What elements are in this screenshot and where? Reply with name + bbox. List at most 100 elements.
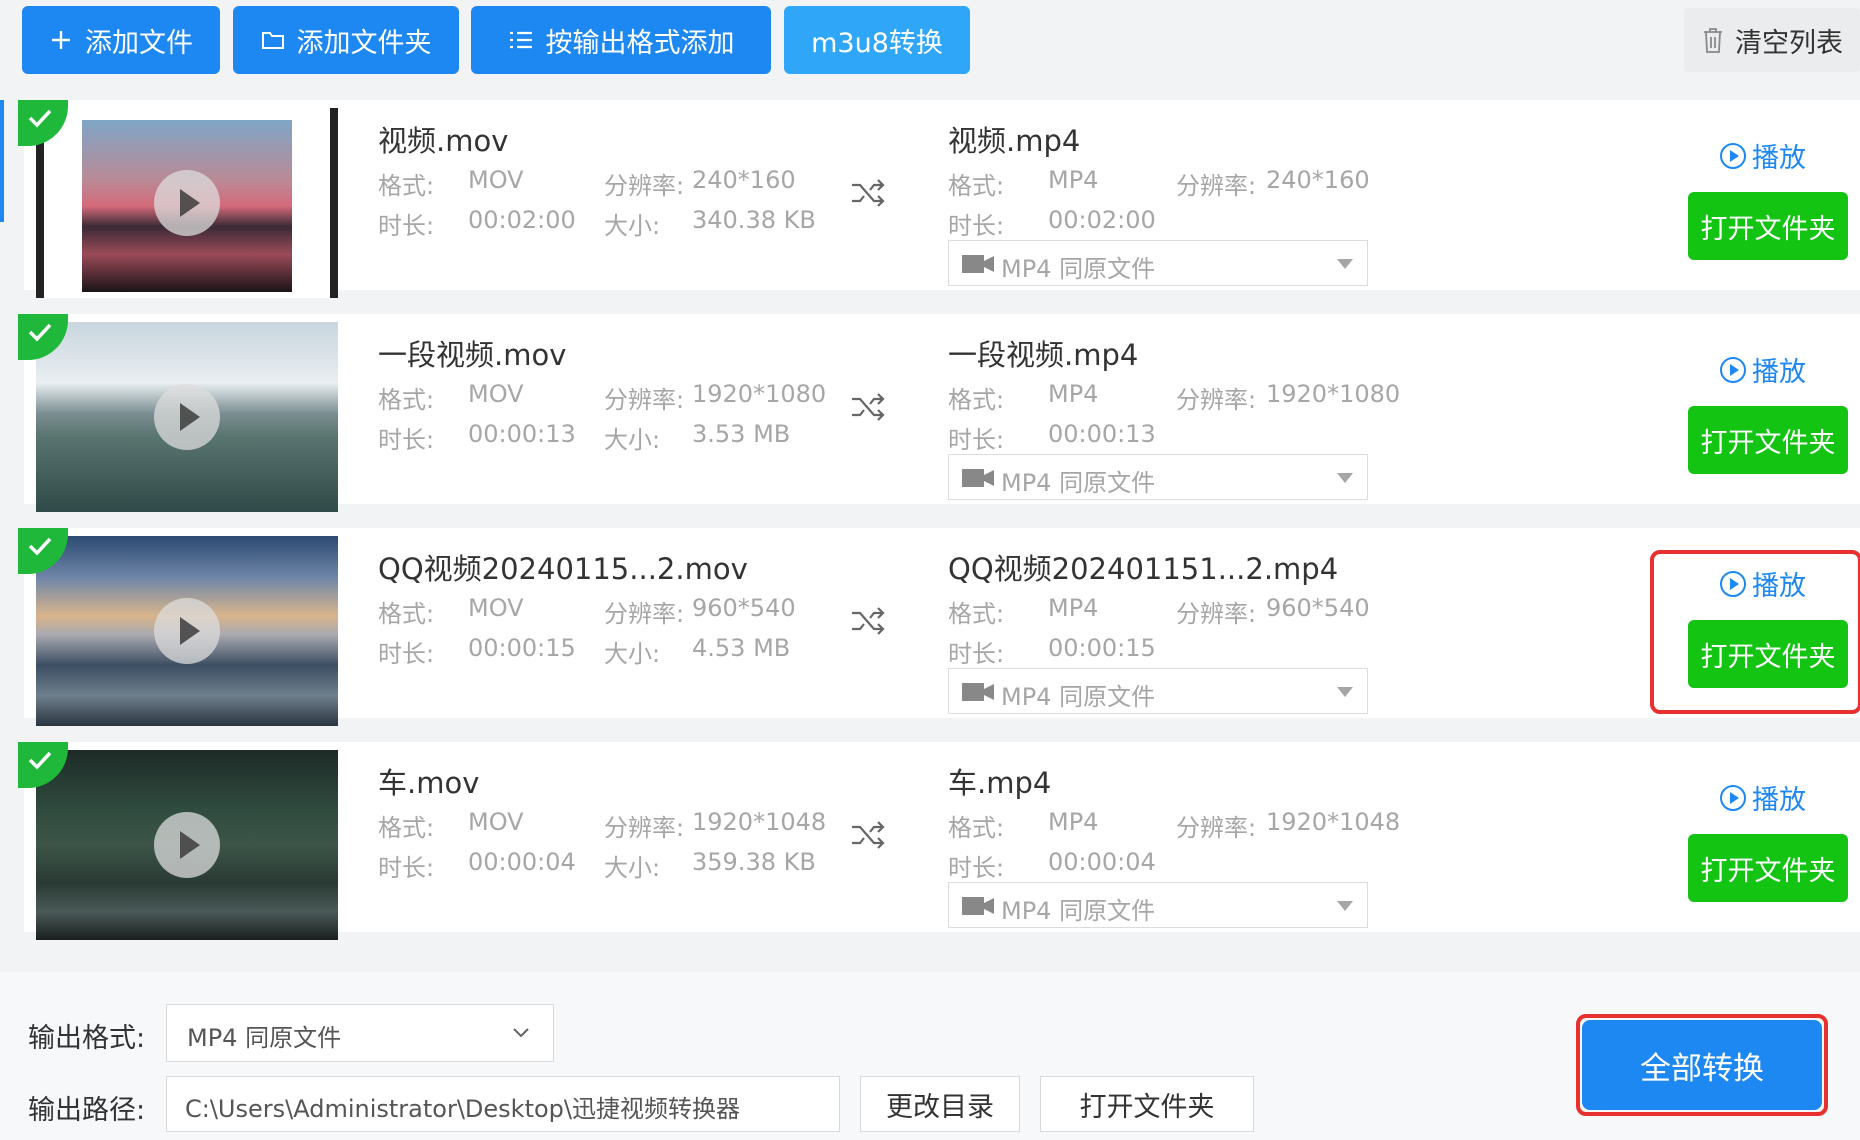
output-format-select[interactable]: MP4 同原文件: [948, 454, 1368, 500]
output-format-select[interactable]: MP4 同原文件: [948, 882, 1368, 928]
format-label: 格式:: [378, 600, 435, 628]
plus-icon: [52, 31, 70, 49]
chevron-down-icon: [513, 1028, 529, 1038]
output-resolution: 240*160: [1266, 166, 1370, 194]
source-duration: 00:02:00: [468, 206, 576, 234]
add-file-button[interactable]: 添加文件: [22, 6, 220, 74]
shuffle-icon: [852, 179, 885, 207]
output-format-value: MP4 同原文件: [187, 1024, 342, 1052]
play-circle-icon: [1720, 356, 1746, 383]
add-file-label: 添加文件: [85, 27, 193, 59]
trash-icon: [1704, 28, 1722, 53]
video-thumbnail[interactable]: [36, 750, 338, 940]
output-format-select[interactable]: MP4 同原文件: [948, 668, 1368, 714]
video-camera-icon: [962, 897, 994, 915]
dropdown-arrow-icon: [1337, 687, 1353, 697]
duration-label: 时长:: [948, 854, 1005, 882]
add-by-format-button[interactable]: 按输出格式添加: [471, 6, 771, 74]
format-label: 格式:: [948, 386, 1005, 414]
list-icon: [509, 31, 532, 49]
resolution-label: 分辨率:: [1176, 172, 1257, 200]
open-output-folder-button[interactable]: 打开文件夹: [1040, 1076, 1254, 1132]
open-folder-button[interactable]: 打开文件夹: [1688, 406, 1848, 474]
source-filename: 视频.mov: [378, 124, 509, 158]
output-preset: MP4 同原文件: [1001, 469, 1156, 497]
file-row[interactable]: QQ视频20240115...2.mov 格式: MOV 分辨率: 960*54…: [18, 528, 1860, 726]
size-label: 大小:: [604, 640, 661, 668]
output-resolution: 1920*1048: [1266, 808, 1401, 836]
play-overlay-icon[interactable]: [154, 598, 220, 664]
output-filename: 车.mp4: [948, 766, 1052, 800]
play-label: 播放: [1752, 785, 1806, 816]
open-folder-button[interactable]: 打开文件夹: [1688, 620, 1848, 688]
source-size: 3.53 MB: [692, 420, 791, 448]
output-format-dropdown[interactable]: MP4 同原文件: [166, 1004, 554, 1062]
open-folder-button[interactable]: 打开文件夹: [1688, 192, 1848, 260]
source-resolution: 1920*1080: [692, 380, 827, 408]
format-label: 格式:: [948, 172, 1005, 200]
add-folder-button[interactable]: 添加文件夹: [233, 6, 459, 74]
format-label: 格式:: [378, 172, 435, 200]
output-filename: 一段视频.mp4: [948, 338, 1139, 372]
output-duration: 00:00:13: [1048, 420, 1156, 448]
source-duration: 00:00:15: [468, 634, 576, 662]
toolbar: 添加文件 添加文件夹 按输出格式添加 m3u8转换 清空列表: [0, 0, 1860, 100]
source-format: MOV: [468, 166, 524, 194]
source-filename: 一段视频.mov: [378, 338, 567, 372]
change-directory-button[interactable]: 更改目录: [860, 1076, 1020, 1132]
source-duration: 00:00:13: [468, 420, 576, 448]
duration-label: 时长:: [378, 640, 435, 668]
file-list: 视频.mov 格式: MOV 分辨率: 240*160 时长: 00:02:00…: [8, 100, 1860, 960]
source-resolution: 960*540: [692, 594, 796, 622]
dropdown-arrow-icon: [1337, 473, 1353, 483]
resolution-label: 分辨率:: [604, 386, 685, 414]
open-folder-button[interactable]: 打开文件夹: [1688, 834, 1848, 902]
format-label: 格式:: [378, 386, 435, 414]
play-circle-icon: [1720, 784, 1746, 811]
output-path-field[interactable]: C:\Users\Administrator\Desktop\迅捷视频转换器: [166, 1076, 840, 1132]
resolution-label: 分辨率:: [604, 172, 685, 200]
duration-label: 时长:: [378, 854, 435, 882]
play-button[interactable]: 播放: [1720, 350, 1806, 389]
clear-list-label: 清空列表: [1735, 27, 1843, 59]
play-button[interactable]: 播放: [1720, 564, 1806, 603]
play-overlay-icon[interactable]: [154, 170, 220, 236]
size-label: 大小:: [604, 854, 661, 882]
video-thumbnail[interactable]: [36, 108, 338, 298]
source-filename: QQ视频20240115...2.mov: [378, 552, 748, 586]
source-filename: 车.mov: [378, 766, 480, 800]
play-overlay-icon[interactable]: [154, 384, 220, 450]
file-row[interactable]: 车.mov 格式: MOV 分辨率: 1920*1048 时长: 00:00:0…: [18, 742, 1860, 940]
source-resolution: 1920*1048: [692, 808, 827, 836]
output-format-select[interactable]: MP4 同原文件: [948, 240, 1368, 286]
source-size: 359.38 KB: [692, 848, 816, 876]
play-button[interactable]: 播放: [1720, 136, 1806, 175]
video-thumbnail[interactable]: [36, 322, 338, 512]
output-resolution: 1920*1080: [1266, 380, 1401, 408]
resolution-label: 分辨率:: [1176, 600, 1257, 628]
add-folder-label: 添加文件夹: [296, 27, 432, 59]
clear-list-button[interactable]: 清空列表: [1684, 8, 1860, 72]
play-circle-icon: [1720, 142, 1746, 169]
shuffle-icon: [852, 607, 885, 635]
file-row[interactable]: 一段视频.mov 格式: MOV 分辨率: 1920*1080 时长: 00:0…: [18, 314, 1860, 512]
m3u8-convert-button[interactable]: m3u8转换: [784, 6, 970, 74]
source-format: MOV: [468, 594, 524, 622]
duration-label: 时长:: [948, 426, 1005, 454]
output-resolution: 960*540: [1266, 594, 1370, 622]
convert-all-button[interactable]: 全部转换: [1582, 1020, 1822, 1110]
size-label: 大小:: [604, 426, 661, 454]
video-thumbnail[interactable]: [36, 536, 338, 726]
duration-label: 时长:: [378, 212, 435, 240]
play-button[interactable]: 播放: [1720, 778, 1806, 817]
dropdown-arrow-icon: [1337, 901, 1353, 911]
size-label: 大小:: [604, 212, 661, 240]
m3u8-label: m3u8转换: [811, 27, 943, 59]
play-overlay-icon[interactable]: [154, 812, 220, 878]
resolution-label: 分辨率:: [1176, 814, 1257, 842]
output-preset: MP4 同原文件: [1001, 683, 1156, 711]
play-circle-icon: [1720, 570, 1746, 597]
resolution-label: 分辨率:: [604, 814, 685, 842]
file-row[interactable]: 视频.mov 格式: MOV 分辨率: 240*160 时长: 00:02:00…: [18, 100, 1860, 298]
resolution-label: 分辨率:: [1176, 386, 1257, 414]
